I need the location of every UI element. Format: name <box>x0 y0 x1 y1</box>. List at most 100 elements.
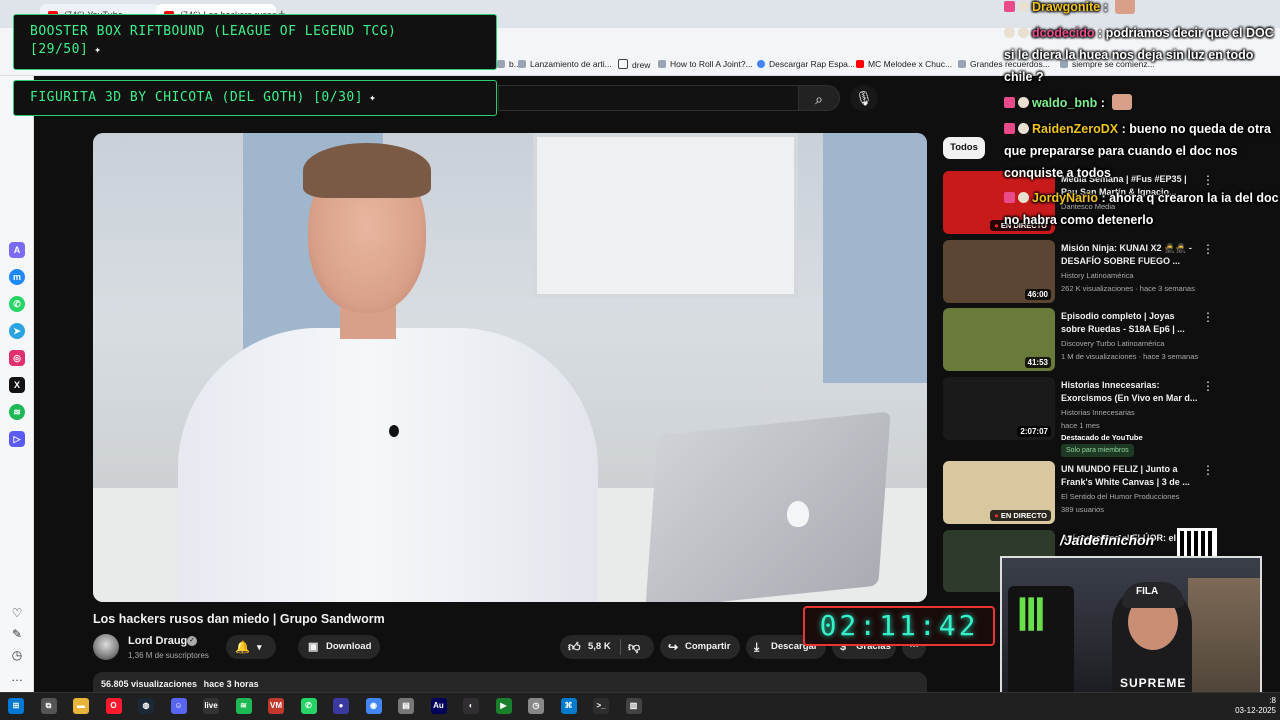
dislike-icon[interactable]: 👎︎ <box>628 635 640 659</box>
search-input[interactable] <box>498 85 798 111</box>
rec-menu-icon[interactable]: ⋮ <box>1202 379 1214 393</box>
rec-featured-badge: Destacado de YouTube <box>1061 433 1143 442</box>
bookmark[interactable]: MC Melodee x Chuc... <box>856 59 952 69</box>
apple-logo-icon <box>787 501 809 527</box>
rec-channel[interactable]: History Latinoamérica <box>1061 271 1134 280</box>
chat-emote-icon <box>1112 94 1133 110</box>
chat-badge-icon <box>1004 192 1015 203</box>
rec-title[interactable]: Episodio completo | Joyas sobre Ruedas -… <box>1061 310 1199 336</box>
video-player[interactable] <box>93 133 927 602</box>
taskbar-obs-icon[interactable]: ◐ <box>463 698 479 714</box>
bell-icon: 🔔 <box>235 640 250 654</box>
like-dislike-group: 👍︎ 5,8 K 👎︎ <box>560 635 654 659</box>
rec-menu-icon[interactable]: ⋮ <box>1202 310 1214 324</box>
browser-sidebar: A m ✆ ➤ ◎ X ≋ ▷ ♡ ✎ ◷ … <box>0 76 34 692</box>
bookmark[interactable]: How to Roll A Joint?... <box>658 59 753 69</box>
cap-text: FILA <box>1136 586 1159 597</box>
more-icon[interactable]: … <box>10 670 24 684</box>
instagram-icon[interactable]: ◎ <box>9 350 25 366</box>
taskbar-app-icon[interactable]: ● <box>333 698 349 714</box>
spotify-icon[interactable]: ≋ <box>9 404 25 420</box>
window-blind <box>823 133 927 383</box>
chip-todos[interactable]: Todos <box>943 137 985 159</box>
bookmark-folder[interactable]: drew <box>618 59 650 70</box>
taskbar-app2-icon[interactable]: ▥ <box>625 698 642 714</box>
rec-menu-icon[interactable]: ⋮ <box>1202 242 1214 256</box>
clock-time: :8 <box>1269 696 1276 705</box>
edit-icon[interactable]: ✎ <box>10 627 24 641</box>
rec-title[interactable]: Historias Innecesarias: Exorcismos (En V… <box>1061 379 1199 405</box>
taskbar-chrome-icon[interactable]: ◉ <box>365 698 382 714</box>
taskbar-vscode-icon[interactable]: ⌘ <box>560 698 577 714</box>
clock-date: 03-12-2025 <box>1235 706 1276 715</box>
share-icon: ↪ <box>668 640 679 654</box>
notifications-button[interactable]: 🔔 ▾ <box>226 635 276 659</box>
download-icon: ▣ <box>308 641 319 653</box>
taskbar-clock-icon[interactable]: ◷ <box>528 698 544 714</box>
taskbar-discord-icon[interactable]: ☺ <box>170 698 187 714</box>
lapel-mic <box>389 425 399 437</box>
taskbar-whatsapp-icon[interactable]: ✆ <box>300 698 317 714</box>
sparkle-icon: ✦ <box>369 91 377 104</box>
rec-stats: 389 usuarios <box>1061 505 1104 514</box>
view-count: 56.805 visualizaciones <box>101 679 198 689</box>
history-icon[interactable]: ◷ <box>10 648 24 662</box>
rec-channel[interactable]: El Sentido del Humor Producciones <box>1061 492 1179 501</box>
chat-message: Drawgonite : <box>1004 0 1280 18</box>
bookmark[interactable]: Lanzamiento de arti... <box>518 59 612 69</box>
rec-thumbnail[interactable]: 41:53 <box>943 308 1055 371</box>
like-icon[interactable]: 👍︎ <box>568 635 581 659</box>
taskbar-voicemeeter-icon[interactable]: VM <box>268 698 284 714</box>
taskbar-live-icon[interactable]: live <box>203 698 219 714</box>
rec-title[interactable]: Misión Ninja: KUNAI X2 🥷🥷 - DESAFÍO SOBR… <box>1061 242 1199 268</box>
taskbar-explorer-icon[interactable]: ▬ <box>73 698 89 714</box>
chat-badge-icon <box>1004 1 1015 12</box>
shirt-text: SUPREME <box>1120 676 1187 690</box>
share-button[interactable]: ↪ Compartir <box>660 635 740 659</box>
messenger-icon[interactable]: m <box>9 269 25 285</box>
chat-separator: : <box>1097 96 1109 110</box>
telegram-icon[interactable]: ➤ <box>9 323 25 339</box>
chat-message: RaidenZeroDX : bueno no queda de otra qu… <box>1004 118 1280 184</box>
whatsapp-icon[interactable]: ✆ <box>9 296 25 312</box>
channel-name[interactable]: Lord Draugr <box>128 635 192 647</box>
taskbar-terminal-icon[interactable]: >_ <box>593 698 609 714</box>
rec-thumbnail[interactable]: EN DIRECTO <box>943 461 1055 524</box>
download-arrow-icon: ⤓ <box>754 640 760 654</box>
channel-avatar[interactable] <box>93 634 119 660</box>
rec-title[interactable]: UN MUNDO FELIZ | Junto a Frank's White C… <box>1061 463 1199 489</box>
rec-stats: hace 1 mes <box>1061 421 1100 430</box>
taskbar-clock: :8 03-12-2025 <box>1216 696 1276 716</box>
rec-menu-icon[interactable]: ⋮ <box>1202 463 1214 477</box>
x-icon[interactable]: X <box>9 377 25 393</box>
taskbar-steam-icon[interactable]: ◍ <box>138 698 154 714</box>
taskbar-audition-icon[interactable]: Au <box>430 698 447 714</box>
goal-text: FIGURITA 3D BY CHICOTA (DEL GOTH) <box>30 90 305 105</box>
aria-icon[interactable]: A <box>9 242 25 258</box>
taskbar-opera-icon[interactable]: O <box>105 698 122 714</box>
taskbar-player-icon[interactable]: ▶ <box>495 698 512 714</box>
download-button[interactable]: ▣ Download <box>298 635 380 659</box>
search-button[interactable]: ⌕ <box>798 85 840 111</box>
rec-members-badge: Solo para miembros <box>1061 444 1134 457</box>
rec-channel[interactable]: Discovery Turbo Latinoamérica <box>1061 339 1164 348</box>
chat-separator: : <box>1094 26 1106 40</box>
taskbar-windows-icon[interactable]: ⊞ <box>8 698 24 714</box>
chat-badge-icon <box>1018 123 1029 134</box>
chat-message: waldo_bnb : <box>1004 92 1280 114</box>
video-title: Los hackers rusos dan miedo | Grupo Sand… <box>93 612 385 626</box>
voice-search-button[interactable]: 🎙 <box>850 85 878 111</box>
rec-thumbnail[interactable]: 46:00 <box>943 240 1055 303</box>
player-icon[interactable]: ▷ <box>9 431 25 447</box>
streamer-handle: /Jaidefinichon <box>1060 532 1155 548</box>
heart-icon[interactable]: ♡ <box>10 606 24 620</box>
bookmark[interactable]: Descargar Rap Espa... <box>757 59 855 69</box>
taskbar-spotify-icon[interactable]: ≋ <box>235 698 252 714</box>
rec-thumbnail[interactable]: 2:07:07 <box>943 377 1055 440</box>
rec-stats: 1 M de visualizaciones · hace 3 semanas <box>1061 352 1199 361</box>
cam-shelf <box>1188 578 1260 696</box>
taskbar-taskview-icon[interactable]: ⧉ <box>40 698 57 714</box>
rec-channel[interactable]: Historias Innecesarias <box>1061 408 1135 417</box>
chat-badge-icon <box>1018 27 1029 38</box>
taskbar-notes-icon[interactable]: ▤ <box>398 698 414 714</box>
